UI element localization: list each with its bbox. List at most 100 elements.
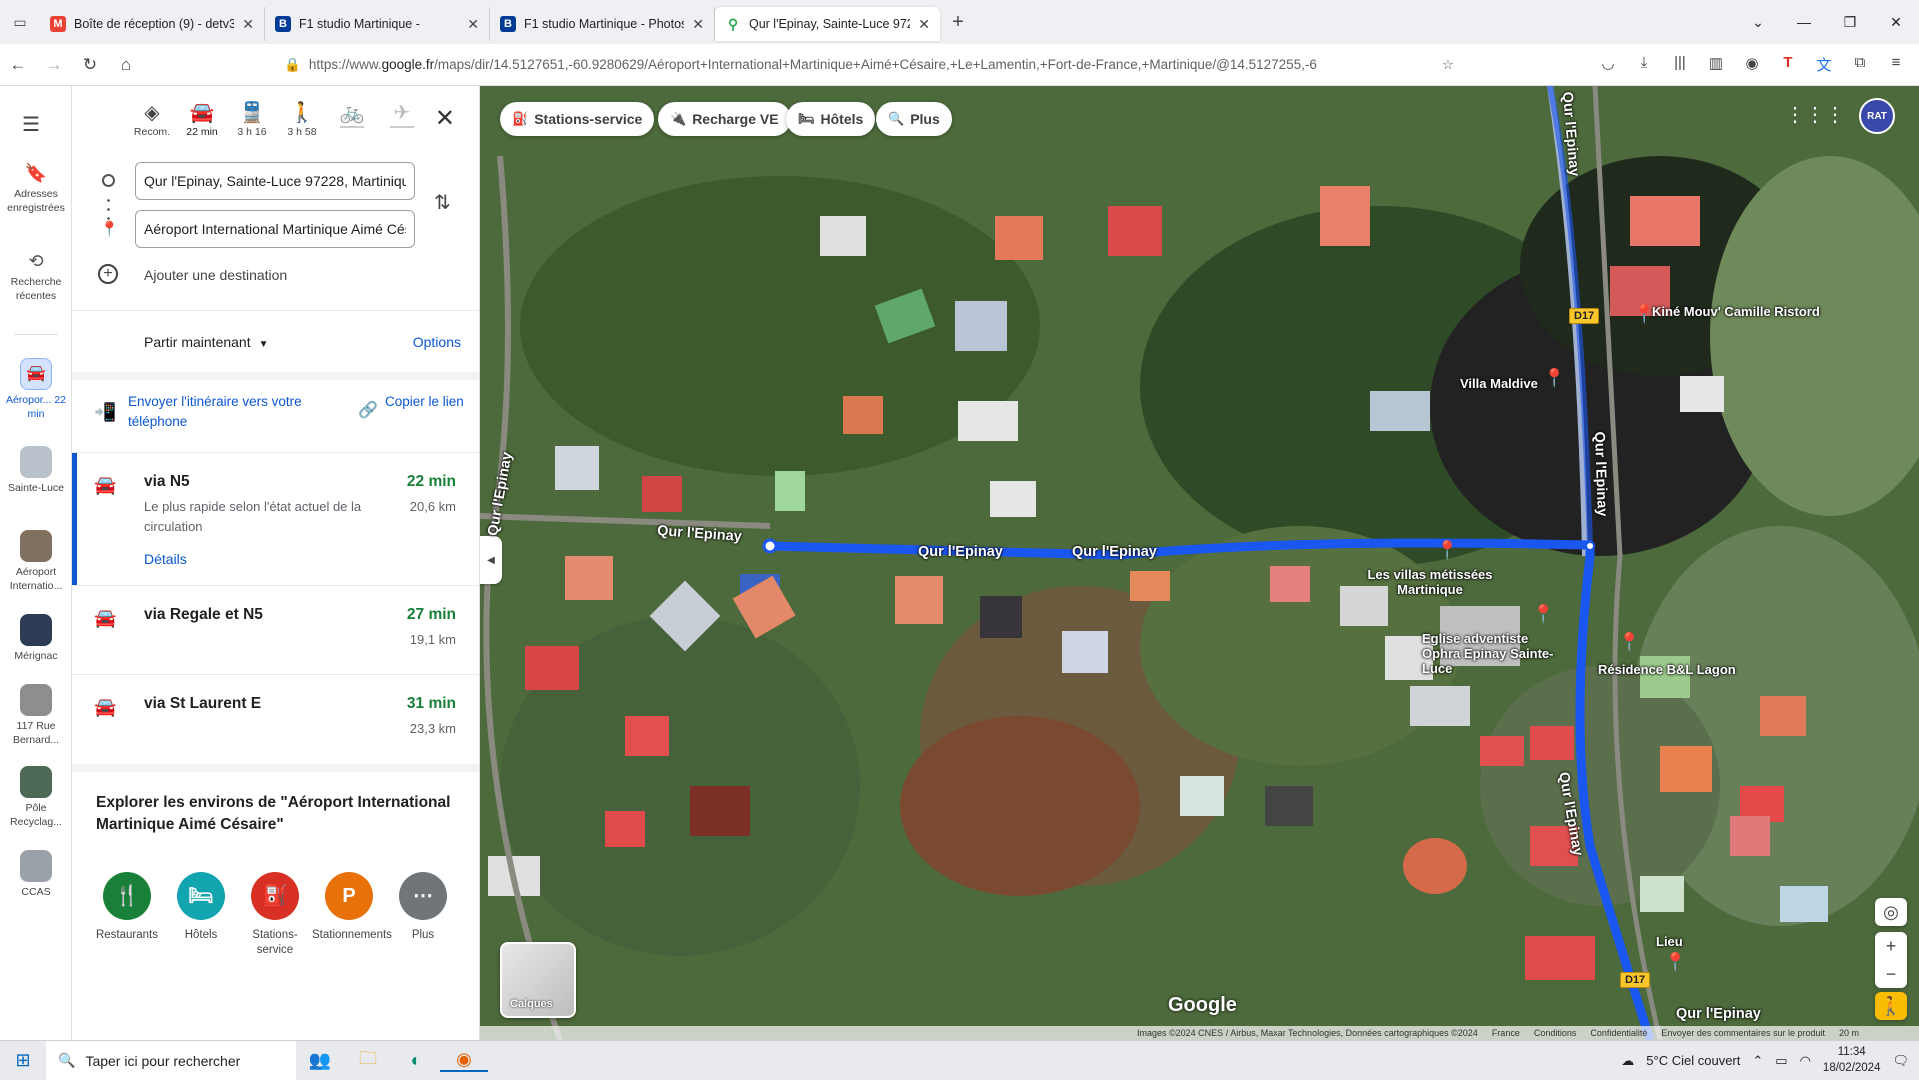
edge-icon[interactable]: ◐ [392,1050,440,1071]
tab-maps[interactable]: ⚲ Qur l'Epinay, Sainte-Luce 97228 ✕ [715,7,940,41]
category-gas-stations[interactable]: ⛽ Stations-service [238,872,312,958]
rail-item-airport[interactable]: Aéroport Internatio... [0,530,72,593]
tab-overflow-icon[interactable]: ⌄ [1735,14,1781,31]
extensions-icon[interactable]: ⧉ [1845,54,1875,75]
category-hotels[interactable]: 🛏 Hôtels [164,872,238,943]
chip-more[interactable]: 🔍 Plus [876,102,952,136]
rail-saved[interactable]: 🔖 Adresses enregistrées [0,162,72,216]
poi-label-residence[interactable]: Résidence B&L Lagon [1598,662,1736,677]
options-button[interactable]: Options [413,334,461,350]
translate-extension-icon[interactable]: T [1773,54,1803,75]
route-option-3[interactable]: 🚘 via St Laurent E 31 min 23,3 km [72,675,479,763]
category-parking[interactable]: P Stationnements [312,872,392,943]
mode-walking[interactable]: 🚶 3 h 58 [279,100,325,138]
minimize-button[interactable]: — [1781,14,1827,31]
firefox-icon[interactable]: ◉ [440,1049,488,1072]
tab-list-icon[interactable]: ▭ [0,0,40,44]
restore-button[interactable]: ❐ [1827,14,1873,31]
hotel-pin-icon[interactable]: 📍 [1436,540,1458,561]
taskbar-search[interactable]: 🔍 Taper ici pour rechercher [46,1040,296,1080]
download-icon[interactable]: ⤓ [1629,54,1659,75]
forward-button[interactable]: → [36,49,72,81]
map-canvas[interactable]: ⛽ Stations-service 🔌 Recharge VE 🛏 Hôtels 🔍… [480,86,1919,1040]
home-button[interactable]: ⌂ [108,49,144,81]
people-widget-icon[interactable]: 👥 [296,1050,344,1071]
mode-cycling[interactable]: 🚲 [329,100,375,128]
add-destination[interactable]: Ajouter une destination [144,267,287,283]
zoom-in-button[interactable]: + [1886,932,1897,960]
star-icon[interactable]: ☆ [1442,57,1454,73]
route-option-1[interactable]: 🚘 via N5 22 min 20,6 km Le plus rapide s… [72,453,479,585]
poi-label-villa[interactable]: Villa Maldive [1460,376,1538,391]
rail-item-ccas[interactable]: CCAS [0,850,72,900]
close-icon[interactable]: ✕ [918,16,930,33]
terms-link[interactable]: Conditions [1534,1028,1577,1038]
apps-grid-icon[interactable]: ⋮⋮⋮ [1785,102,1845,127]
rail-item-pole-recyclage[interactable]: Pôle Recyclag... [0,766,72,829]
tray-chevron-icon[interactable]: ⌃ [1752,1053,1763,1069]
tab-booking-2[interactable]: B F1 studio Martinique - Photos d ✕ [490,7,715,41]
sidebar-icon[interactable]: ▥ [1701,54,1731,75]
pocket-icon[interactable]: ◡ [1593,54,1623,75]
pegman-button[interactable]: 🚶 [1875,992,1907,1020]
mode-recommended[interactable]: ◈ Recom. [129,100,175,138]
rail-item-sainte-luce[interactable]: Sainte-Luce [0,446,72,496]
menu-icon[interactable]: ≡ [1881,54,1911,75]
poi-label-villas[interactable]: Les villas métissées Martinique [1360,567,1500,598]
windows-start-icon[interactable]: ⊞ [0,1050,46,1071]
mode-flights[interactable]: ✈ [379,100,425,128]
close-window-button[interactable]: ✕ [1873,14,1919,31]
close-directions-button[interactable]: ✕ [435,104,455,133]
chip-hotels[interactable]: 🛏 Hôtels [786,102,876,136]
origin-input[interactable] [135,162,415,200]
rail-item-merignac[interactable]: Mérignac [0,614,72,664]
translate-icon[interactable]: 文 [1809,54,1839,75]
place-pin-icon[interactable]: 📍 [1664,952,1686,973]
destination-input[interactable] [135,210,415,248]
rail-item-airport-route[interactable]: 🚘 Aéropor... 22 min [0,358,72,421]
file-explorer-icon[interactable]: 🗀 [344,1046,392,1076]
network-icon[interactable]: ▭ [1775,1053,1787,1069]
send-to-phone-link[interactable]: Envoyer l'itinéraire vers votre téléphon… [128,392,328,431]
country-link[interactable]: France [1492,1028,1520,1038]
route-details-link[interactable]: Détails [144,551,187,567]
depart-dropdown[interactable]: Partir maintenant ▼ [144,334,269,350]
new-tab-button[interactable]: + [940,11,976,34]
category-more[interactable]: ⋯ Plus [386,872,460,943]
layers-button[interactable]: Calques [500,942,576,1018]
close-icon[interactable]: ✕ [467,16,479,33]
category-restaurants[interactable]: 🍴 Restaurants [90,872,164,943]
poi-label-lieu[interactable]: Lieu [1656,934,1683,949]
add-icon[interactable]: + [98,264,118,284]
my-location-button[interactable]: ◎ [1875,898,1907,926]
collapse-panel-button[interactable]: ◀ [480,536,502,584]
route-option-2[interactable]: 🚘 via Regale et N5 27 min 19,1 km [72,586,479,674]
url-bar[interactable]: 🔒 https://www.google.fr/maps/dir/14.5127… [274,48,1464,81]
back-button[interactable]: ← [0,49,36,81]
avatar[interactable]: RAT [1859,98,1895,134]
hotel-pin-icon[interactable]: 📍 [1543,368,1565,389]
hamburger-menu-icon[interactable]: ☰ [22,112,40,137]
chip-ev-charging[interactable]: 🔌 Recharge VE [658,102,791,136]
scale-bar[interactable]: 20 m [1839,1028,1859,1038]
mode-transit[interactable]: 🚆 3 h 16 [229,100,275,138]
wifi-icon[interactable]: ◠ [1800,1053,1811,1069]
rail-recent[interactable]: ⟲ Recherche récentes [0,250,72,304]
close-icon[interactable]: ✕ [242,16,254,33]
mode-driving[interactable]: 🚘 22 min [179,100,225,138]
tab-gmail[interactable]: M Boîte de réception (9) - detv33c ✕ [40,7,265,41]
clock[interactable]: 11:34 18/02/2024 [1823,1045,1881,1076]
tab-booking-1[interactable]: B F1 studio Martinique - ✕ [265,7,490,41]
weather-text[interactable]: 5°C Ciel couvert [1646,1053,1740,1068]
notification-icon[interactable]: 🗨 [1892,1053,1909,1069]
poi-label-kine[interactable]: Kiné Mouv' Camille Ristord [1652,304,1820,320]
hotel-pin-icon[interactable]: 📍 [1618,632,1640,653]
copy-link[interactable]: Copier le lien [385,392,465,412]
chip-gas-stations[interactable]: ⛽ Stations-service [500,102,655,136]
church-pin-icon[interactable]: 📍 [1532,604,1554,625]
library-icon[interactable]: ||| [1665,54,1695,75]
rail-item-rue-bernard[interactable]: 117 Rue Bernard... [0,684,72,747]
privacy-link[interactable]: Confidentialité [1590,1028,1647,1038]
feedback-link[interactable]: Envoyer des commentaires sur le produit [1661,1028,1825,1038]
extension-icon[interactable]: ◉ [1737,54,1767,75]
